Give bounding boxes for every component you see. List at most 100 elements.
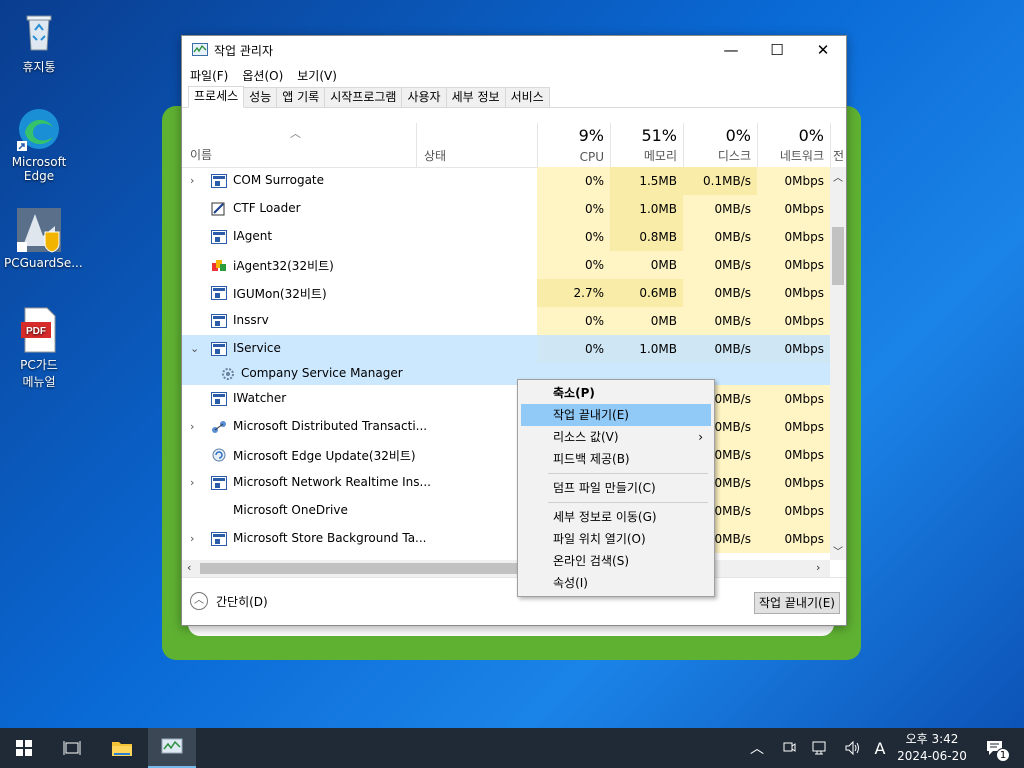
context-menu: 축소(P) 작업 끝내기(E) 리소스 값(V) › 피드백 제공(B) 덤프 … [517,379,715,597]
app-window-icon [211,230,227,244]
window-title: 작업 관리자 [214,43,274,58]
column-status-label: 상태 [424,149,447,163]
windows-logo-icon [16,740,32,756]
desktop-icon-recycle-bin[interactable]: 휴지통 [4,8,74,75]
tab-details[interactable]: 세부 정보 [445,87,506,107]
tray-volume-icon[interactable] [842,728,864,768]
table-row-selected[interactable]: ⌄ IService 0% 1.0MB 0MB/s 0Mbps [182,335,832,363]
process-name: IAgent [233,229,273,243]
maximize-button[interactable]: ☐ [754,36,800,64]
menu-file[interactable]: 파일(F) [190,67,228,84]
table-row[interactable]: › COM Surrogate 0% 1.5MB 0.1MB/s 0Mbps [182,167,832,195]
network-value: 0Mbps [757,413,830,441]
cpu-total: 9% [578,126,604,145]
fewer-details-label: 간단히(D) [216,594,268,609]
menu-item-resource-values[interactable]: 리소스 값(V) › [521,426,711,448]
process-name: CTF Loader [233,201,301,215]
network-value: 0Mbps [757,279,830,307]
title-bar[interactable]: 작업 관리자 — ☐ ✕ [182,36,846,64]
horizontal-scrollbar[interactable]: ‹ › [182,560,830,577]
table-row[interactable]: IGUMon(32비트) 2.7% 0.6MB 0MB/s 0Mbps [182,279,832,307]
table-row[interactable]: Inssrv 0% 0MB 0MB/s 0Mbps [182,307,832,335]
menu-view[interactable]: 보기(V) [297,67,337,84]
minimize-button[interactable]: — [708,36,754,64]
disk-value: 0.1MB/s [683,167,757,195]
menu-item-search-online[interactable]: 온라인 검색(S) [521,550,711,572]
collapse-chevron-icon[interactable]: ⌄ [190,342,199,355]
column-name[interactable]: 이름 [190,146,212,163]
menu-item-end-task[interactable]: 작업 끝내기(E) [521,404,711,426]
menu-item-open-file-location[interactable]: 파일 위치 열기(O) [521,528,711,550]
scroll-h-thumb[interactable] [200,563,540,574]
disk-value: 0MB/s [683,251,757,279]
menu-options[interactable]: 옵션(O) [242,67,283,84]
tab-users[interactable]: 사용자 [401,87,447,107]
desktop-icon-label: PCGuardSe... [4,256,83,270]
table-row[interactable]: Microsoft Edge Update(32비트) 0MB/s 0Mbps [182,441,832,469]
file-explorer-button[interactable] [98,728,146,768]
process-name: Inssrv [233,313,269,327]
table-row[interactable]: › Microsoft Distributed Transacti... 0MB… [182,413,832,441]
notification-center-button[interactable]: 1 [980,728,1010,768]
task-view-button[interactable] [48,728,96,768]
process-name: Microsoft Store Background Ta... [233,531,427,545]
table-row-child[interactable]: Company Service Manager [182,363,832,385]
column-cpu[interactable]: 9% CPU [537,123,610,168]
table-row[interactable]: IWatcher 0MB/s 0Mbps [182,385,832,413]
network-value: 0Mbps [757,497,830,525]
ime-indicator[interactable]: A [870,728,890,768]
tray-network-icon[interactable] [810,728,832,768]
tray-meet-icon[interactable] [778,728,800,768]
close-button[interactable]: ✕ [800,36,846,64]
desktop-icon-label: 휴지통 [22,60,56,74]
cpu-value: 0% [537,307,610,335]
menu-item-feedback[interactable]: 피드백 제공(B) [521,448,711,470]
tab-startup[interactable]: 시작프로그램 [324,87,403,107]
expand-chevron-icon[interactable]: › [190,532,194,545]
start-button[interactable] [0,728,48,768]
memory-value: 1.0MB [610,195,683,223]
end-task-button[interactable]: 작업 끝내기(E) [754,592,840,614]
show-hidden-icons-button[interactable]: ︿ [746,728,768,768]
task-manager-taskbar-button[interactable] [148,728,196,768]
edge-update-icon [211,448,227,462]
clock[interactable]: 오후 3:42 2024-06-20 [894,731,970,765]
scroll-up-icon[interactable]: ︿ [833,169,843,184]
column-memory[interactable]: 51% 메모리 [610,123,683,168]
memory-total: 51% [641,126,677,145]
column-status[interactable]: 상태 [416,123,537,168]
column-power[interactable]: 전 [830,123,846,168]
table-row[interactable]: › Microsoft Network Realtime Ins... 0MB/… [182,469,832,497]
tab-services[interactable]: 서비스 [504,87,550,107]
fewer-details-button[interactable]: ︿ 간단히(D) [190,592,268,610]
expand-chevron-icon[interactable]: › [190,476,194,489]
menu-item-create-dump[interactable]: 덤프 파일 만들기(C) [521,477,711,499]
scroll-left-icon[interactable]: ‹ [187,561,191,574]
scroll-down-icon[interactable]: ﹀ [833,543,843,558]
desktop-icon-edge[interactable]: Microsoft Edge [4,105,74,183]
table-row[interactable]: CTF Loader 0% 1.0MB 0MB/s 0Mbps [182,195,832,223]
column-network[interactable]: 0% 네트워크 [757,123,830,168]
table-row[interactable]: iAgent32(32비트) 0% 0MB 0MB/s 0Mbps [182,251,832,279]
column-disk[interactable]: 0% 디스크 [683,123,757,168]
desktop-icon-pcguard-manual[interactable]: PDF PC가드 메뉴얼 [4,306,74,390]
scroll-right-icon[interactable]: › [816,561,820,574]
table-row[interactable]: Microsoft OneDrive 0MB/s 0Mbps [182,497,832,525]
menu-item-properties[interactable]: 속성(I) [521,572,711,594]
submenu-arrow-icon: › [698,430,703,444]
table-row[interactable]: › Microsoft Store Background Ta... 0MB/s… [182,525,832,553]
menu-item-collapse[interactable]: 축소(P) [521,382,711,404]
disk-value: 0MB/s [683,307,757,335]
table-row[interactable]: IAgent 0% 0.8MB 0MB/s 0Mbps [182,223,832,251]
expand-chevron-icon[interactable]: › [190,174,194,187]
service-gear-icon [220,366,236,382]
tab-app-history[interactable]: 앱 기록 [276,87,326,107]
desktop-icon-pcguard[interactable]: PCGuardSe... [4,206,83,270]
scroll-thumb[interactable] [832,227,844,285]
taskbar: ︿ A 오후 3:42 2024-06-20 1 [0,728,1024,768]
menu-item-go-to-details[interactable]: 세부 정보로 이동(G) [521,506,711,528]
vertical-scrollbar[interactable]: ︿ ﹀ [830,167,846,560]
tab-processes[interactable]: 프로세스 [188,86,245,108]
expand-chevron-icon[interactable]: › [190,420,194,433]
tab-performance[interactable]: 성능 [243,87,278,107]
